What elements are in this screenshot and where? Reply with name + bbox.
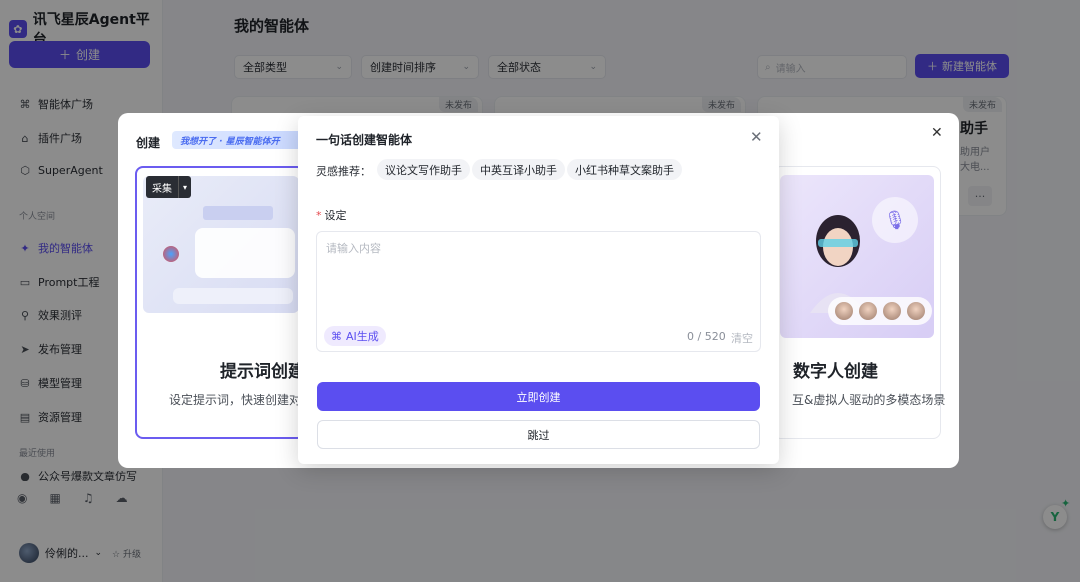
digital-human-illustration: 🎙: [780, 175, 934, 338]
inspiration-chip[interactable]: 议论文写作助手: [377, 159, 470, 180]
collect-tag-label: 采集: [146, 176, 179, 198]
caret-down-icon: ▾: [183, 182, 188, 192]
clear-button[interactable]: 清空: [731, 330, 753, 346]
close-icon[interactable]: ✕: [750, 128, 763, 146]
collect-tag[interactable]: 采集 ▾: [146, 176, 192, 198]
inspiration-label: 灵感推荐：: [316, 165, 371, 178]
microphone-icon: 🎙: [872, 197, 918, 243]
create-now-button[interactable]: 立即创建: [317, 382, 760, 411]
skip-button[interactable]: 跳过: [317, 420, 760, 449]
inspiration-chip[interactable]: 中英互译小助手: [472, 159, 565, 180]
setting-textarea[interactable]: 请输入内容 ⌘ AI生成 0 / 520 清空: [316, 231, 761, 352]
ai-generate-label: AI生成: [346, 330, 379, 343]
ai-generate-button[interactable]: ⌘ AI生成: [324, 326, 386, 346]
one-sentence-create-dialog: 一句话创建智能体 ✕ 灵感推荐： 议论文写作助手 中英互译小助手 小红书种草文案…: [298, 116, 779, 464]
ai-icon: ⌘: [331, 329, 342, 343]
promo-banner[interactable]: 我想开了 · 星辰智能体开: [172, 131, 302, 149]
close-icon[interactable]: ✕: [931, 125, 943, 141]
prompt-create-desc: 设定提示词，快速创建对: [169, 393, 302, 407]
char-counter: 0 / 520: [687, 330, 726, 343]
required-mark: *: [316, 209, 322, 222]
setting-label: * 设定: [316, 207, 347, 223]
digital-human-heading: 数字人创建: [793, 362, 878, 382]
avatar-row: [828, 297, 932, 325]
dialog-title: 一句话创建智能体: [316, 133, 413, 147]
digital-human-desc: 互&虚拟人驱动的多模态场景: [792, 393, 946, 407]
prompt-create-heading: 提示词创建: [220, 362, 305, 382]
inspiration-chip[interactable]: 小红书种草文案助手: [567, 159, 682, 180]
textarea-placeholder: 请输入内容: [326, 242, 381, 255]
create-modal-title: 创建: [136, 136, 161, 150]
setting-label-text: 设定: [324, 209, 347, 222]
